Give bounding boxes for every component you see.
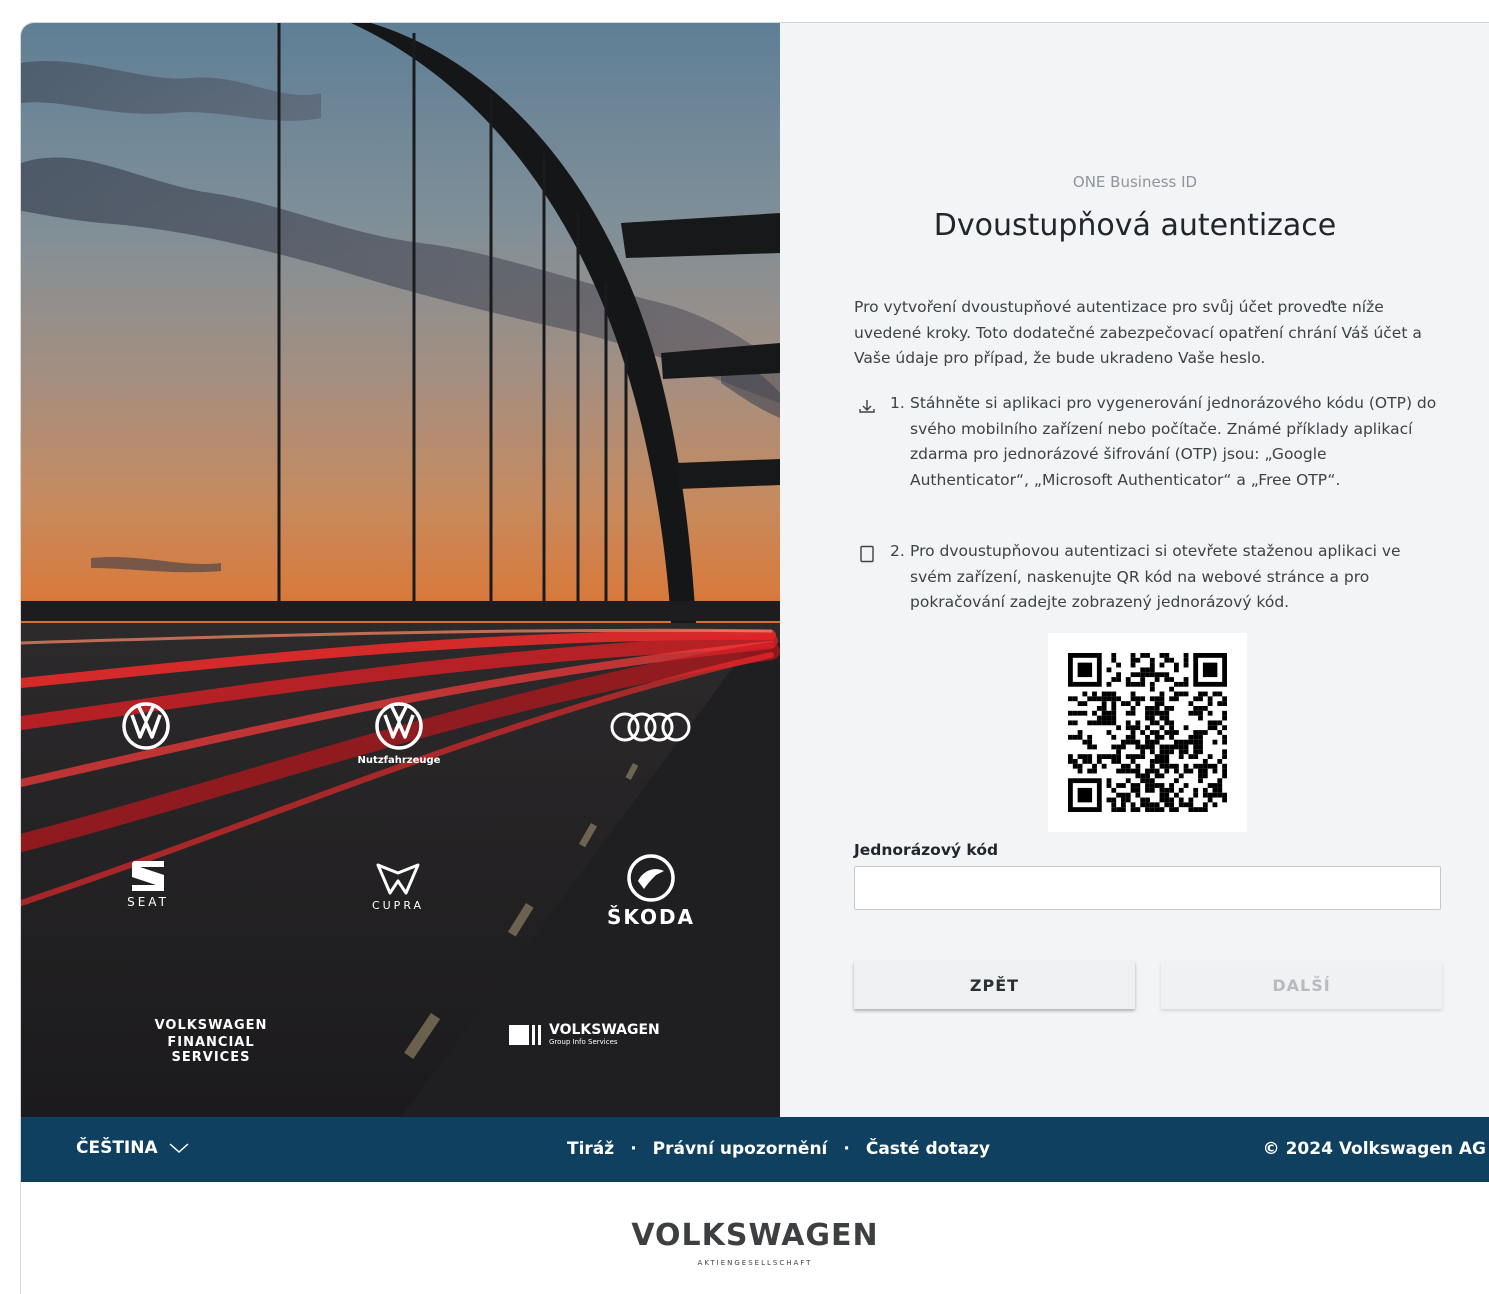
footer-links: Tiráž · Právní upozornění · Časté dotazy [567,1139,990,1159]
intro-text: Pro vytvoření dvoustupňové autentizace p… [854,298,1422,368]
link-separator: · [843,1139,850,1159]
language-selector[interactable]: ČEŠTINA [76,1138,190,1158]
audi-logo [609,711,693,743]
link-imprint[interactable]: Tiráž [567,1139,614,1159]
vw-financial-services-logo: VOLKSWAGEN FINANCIAL SERVICES [126,1018,296,1065]
page-title: Dvoustupňová autentizace [933,208,1337,243]
link-faq[interactable]: Časté dotazy [866,1139,990,1159]
seat-logo: SEAT [113,859,183,919]
gis-bars-icon [509,1025,541,1045]
audi-rings-icon [610,712,691,742]
seat-label: SEAT [127,895,169,909]
cupra-icon [376,863,420,895]
chevron-down-icon [169,1143,189,1154]
footer-bar: ČEŠTINA Tiráž · Právní upozornění · Čast… [21,1117,1489,1182]
back-button[interactable]: ZPĚT [854,961,1135,1009]
skoda-arrow-icon [627,854,675,902]
hero-image: Nutzfahrzeuge SEAT CUPRA ŠKODA VOLKSWAGE… [21,23,780,1117]
cupra-label: CUPRA [371,899,425,912]
vwgis-line2: Group Info Services [549,1038,618,1046]
vw-logo-icon [122,702,170,750]
vwfs-line2: FINANCIAL SERVICES [167,1035,255,1065]
otp-label: Jednorázový kód [854,841,999,859]
volkswagen-ag-logo: VOLKSWAGEN AKTIENGESELLSCHAFT [21,1218,1489,1267]
step-text: Pro dvoustupňovou autentizaci si otevřet… [910,542,1401,612]
bridge-road-photo [21,23,780,1117]
step-download-app: 1. Stáhněte si aplikaci pro vygenerování… [854,391,1444,521]
vw-commercial-logo-icon [375,702,423,750]
product-name: ONE Business ID [1072,173,1198,191]
link-separator: · [630,1139,637,1159]
download-icon [859,400,875,413]
vw-commercial-label: Nutzfahrzeuge [357,755,441,766]
cupra-logo: CUPRA [353,863,443,917]
step-scan-qr: 2. Pro dvoustupňovou autentizaci si otev… [854,539,1444,619]
vw-logo [121,701,171,751]
otp-input[interactable] [854,866,1441,910]
skoda-logo: ŠKODA [591,853,711,933]
vwfs-line1: VOLKSWAGEN [154,1018,268,1033]
logo-subtitle: AKTIENGESELLSCHAFT [697,1259,813,1267]
qr-code [1048,633,1247,832]
seat-s-icon [132,861,164,891]
vw-commercial-logo: Nutzfahrzeuge [349,701,449,771]
step-number: 1. [890,394,905,412]
language-label: ČEŠTINA [76,1138,158,1158]
mobile-device-icon [860,545,874,563]
copyright: © 2024 Volkswagen AG [1262,1139,1486,1159]
page-frame: Nutzfahrzeuge SEAT CUPRA ŠKODA VOLKSWAGE… [20,22,1489,1294]
step-number: 2. [890,542,905,560]
link-legal-notice[interactable]: Právní upozornění [653,1139,828,1159]
next-button[interactable]: DALŠÍ [1161,961,1442,1009]
skoda-label: ŠKODA [606,905,696,929]
qr-code-image [1068,653,1227,812]
step-text: Stáhněte si aplikaci pro vygenerování je… [910,394,1437,489]
vwgis-line1: VOLKSWAGEN [549,1022,660,1038]
logo-wordmark: VOLKSWAGEN [631,1218,879,1253]
vw-group-info-services-logo: VOLKSWAGEN Group Info Services [509,1019,679,1051]
auth-panel: ONE Business ID Dvoustupňová autentizace… [780,23,1489,1117]
